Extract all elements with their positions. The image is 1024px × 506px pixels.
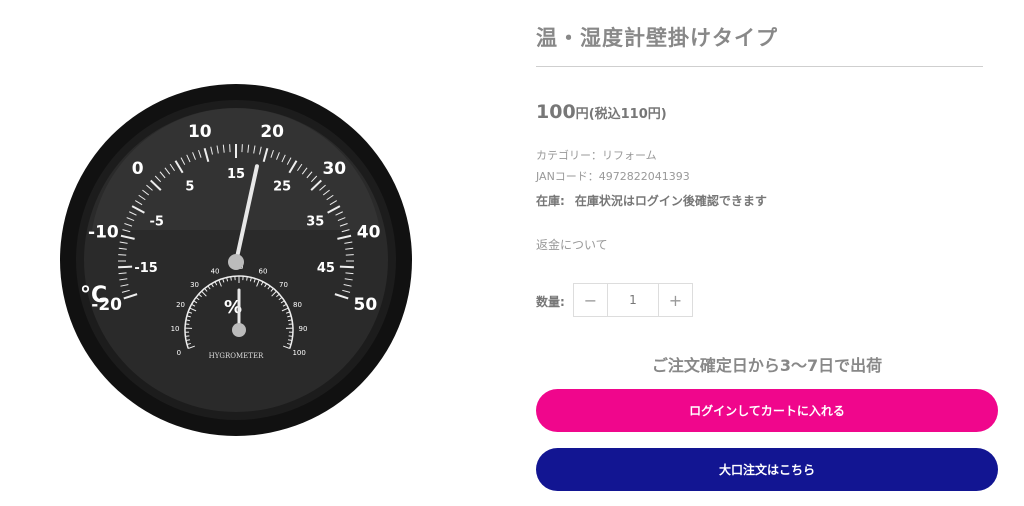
temperature-tick-label: 15 — [227, 167, 245, 182]
temperature-tick — [118, 265, 133, 269]
temperature-tick-label: 50 — [354, 295, 378, 315]
quantity-increase-button[interactable]: + — [658, 284, 692, 316]
temperature-tick-label: 25 — [273, 180, 291, 195]
temperature-tick-label: 40 — [357, 223, 381, 243]
temperature-tick-label: 45 — [317, 261, 335, 276]
quantity-decrease-button[interactable]: − — [574, 284, 608, 316]
product-title: 温・湿度計壁掛けタイプ — [536, 26, 778, 50]
product-info-panel: 温・湿度計壁掛けタイプ 100円(税込110円) カテゴリー：リフォーム JAN… — [536, 0, 998, 506]
temperature-tick — [345, 254, 354, 256]
temperature-tick-label: -5 — [150, 214, 164, 229]
humidity-tick-label: 10 — [171, 325, 180, 333]
temperature-tick-label: 10 — [188, 122, 212, 142]
humidity-tick-label: 60 — [259, 268, 268, 276]
temperature-tick — [118, 254, 127, 256]
stock-status: 在庫: 在庫状況はログイン後確認できます — [536, 192, 767, 209]
temperature-unit-label: °C — [80, 283, 107, 308]
product-category: カテゴリー：リフォーム — [536, 149, 657, 162]
humidity-tick — [230, 276, 232, 281]
humidity-tick-label: 80 — [293, 301, 302, 309]
price-row: 100円(税込110円) — [536, 101, 667, 123]
temperature-needle-hub — [228, 254, 244, 270]
humidity-tick-label: 100 — [292, 349, 305, 357]
temperature-tick-label: -10 — [88, 223, 119, 243]
temperature-tick — [339, 265, 354, 269]
temperature-tick-label: -15 — [134, 261, 158, 276]
temperature-tick-label: 35 — [306, 214, 324, 229]
temperature-tick-label: 0 — [132, 159, 144, 179]
bulk-order-button[interactable]: 大口注文はこちら — [536, 448, 998, 491]
title-divider — [536, 66, 983, 67]
temperature-tick-label: 20 — [260, 122, 284, 142]
refund-policy-link[interactable]: 返金について — [536, 236, 608, 253]
price-unit: 円 — [575, 107, 589, 122]
stock-label: 在庫: — [536, 194, 565, 208]
hygrometer-label: HYGROMETER — [209, 352, 264, 360]
quantity-label: 数量: — [536, 295, 565, 309]
shipping-note: ご注文確定日から3〜7日で出荷 — [651, 356, 883, 375]
thermometer-hygrometer-image: -20-15-10-505101520253035404550 01020304… — [60, 84, 412, 436]
product-jan-code: JANコード：4972822041393 — [536, 170, 690, 183]
quantity-input[interactable] — [608, 284, 658, 316]
humidity-tick-label: 20 — [176, 301, 185, 309]
temperature-tick-label: 5 — [185, 180, 194, 195]
humidity-tick-label: 90 — [299, 325, 308, 333]
humidity-tick-label: 40 — [211, 268, 220, 276]
humidity-tick-label: 30 — [190, 281, 199, 289]
humidity-tick-label: 70 — [279, 281, 288, 289]
stock-value: 在庫状況はログイン後確認できます — [574, 194, 767, 208]
product-image: -20 -15 -10 -5 0 5 10 15 20 25 30 35 40 45 50 0 10 20 30 4… — [20, 30, 480, 450]
price-tax-included: (税込110円) — [588, 107, 667, 122]
login-add-to-cart-button[interactable]: ログインしてカートに入れる — [536, 389, 998, 432]
temperature-tick-label: 30 — [322, 159, 346, 179]
humidity-needle-hub — [232, 323, 246, 337]
humidity-tick — [246, 276, 248, 281]
humidity-tick-label: 0 — [177, 349, 181, 357]
quantity-stepper: − + — [573, 283, 693, 317]
price-value: 100 — [536, 101, 576, 123]
